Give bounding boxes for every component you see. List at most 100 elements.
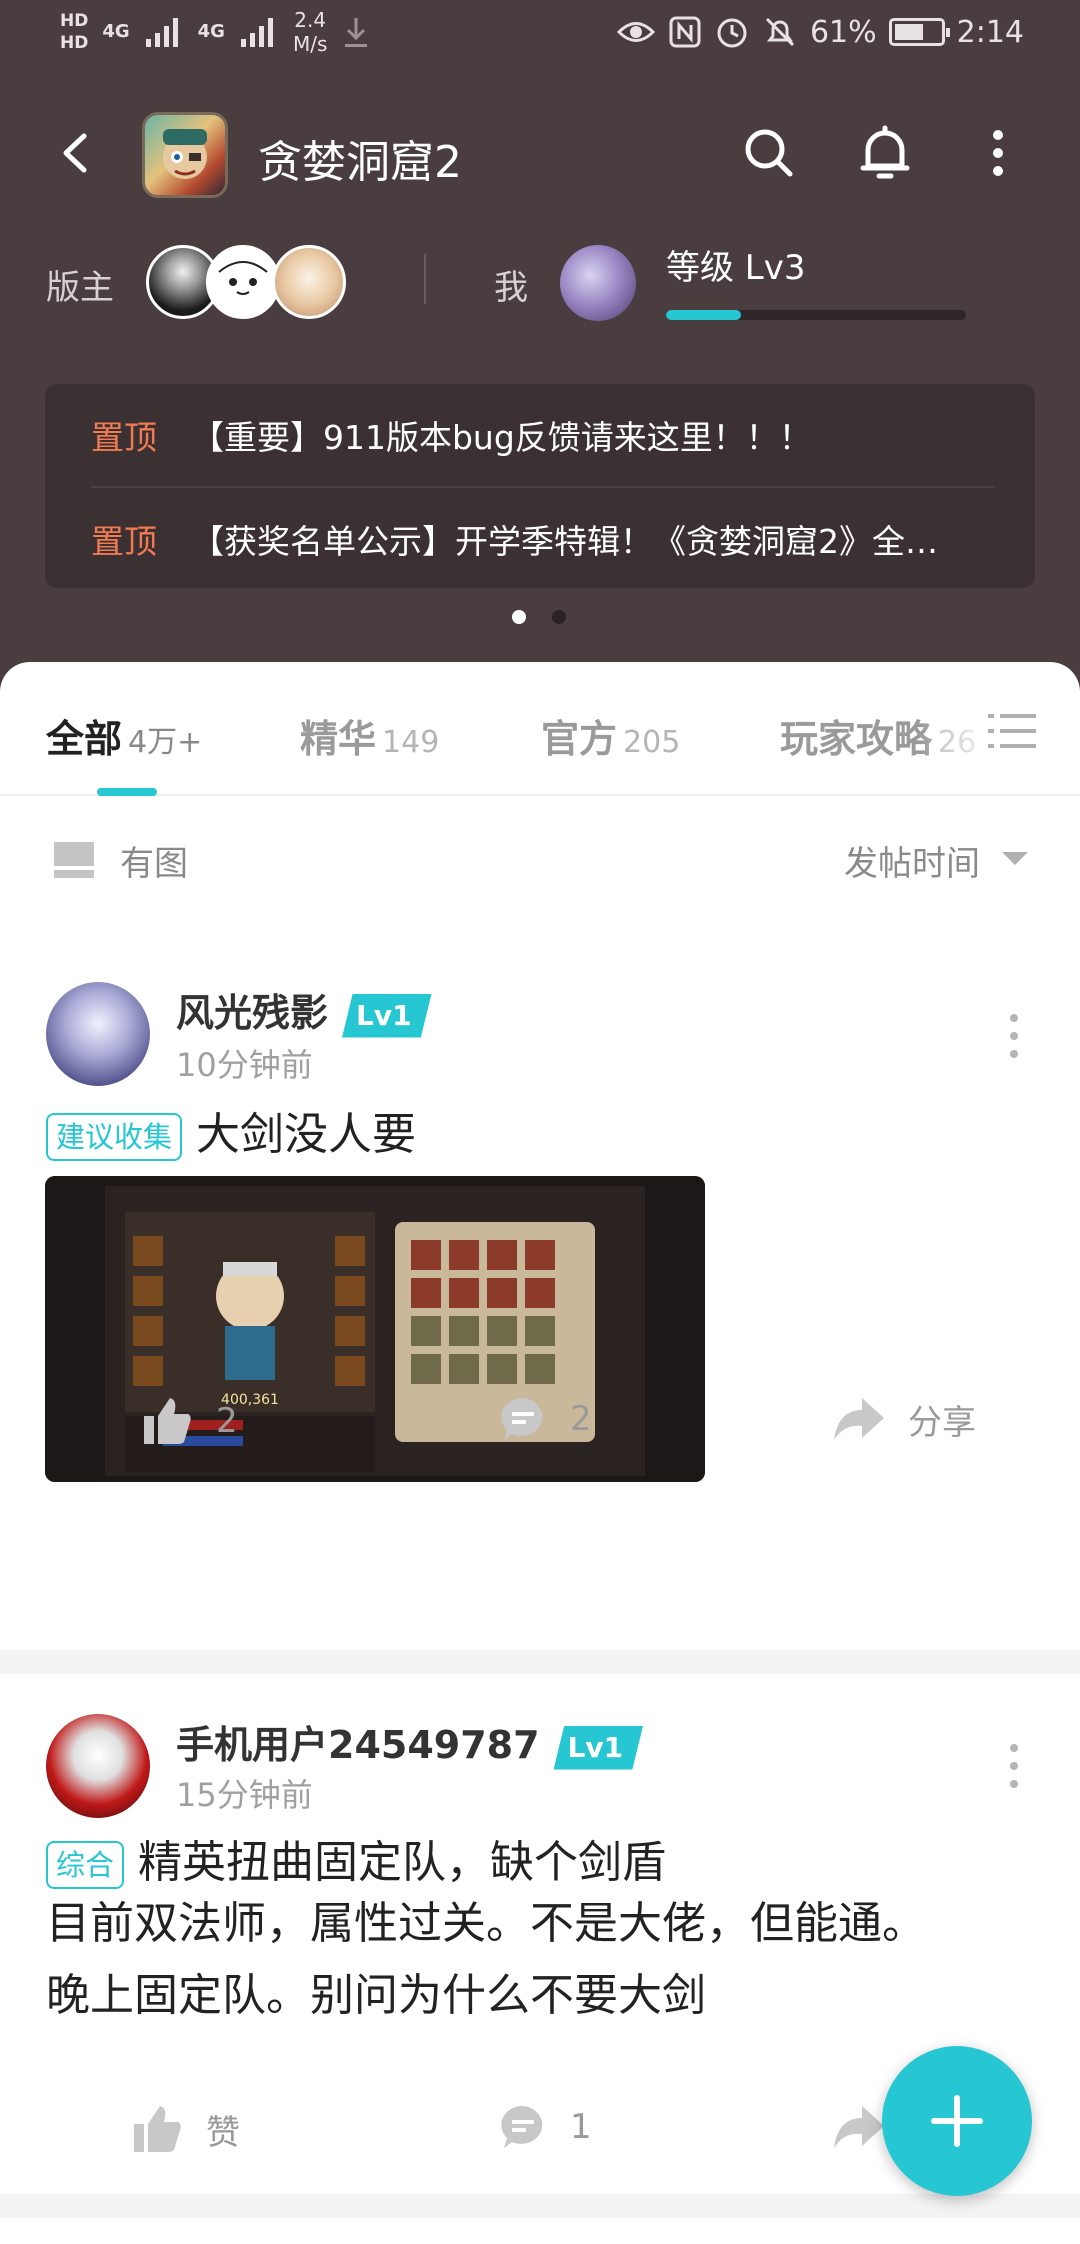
bell-icon[interactable] bbox=[850, 118, 920, 188]
pinned-tag: 置顶 bbox=[91, 522, 157, 561]
author-name[interactable]: 风光残影 Lv1 bbox=[176, 982, 432, 1038]
post-title[interactable]: 综合 精英扭曲固定队，缺个剑盾 bbox=[46, 1826, 666, 1890]
pinned-post-title: 【重要】911版本bug反馈请来这里！！！ bbox=[191, 418, 812, 457]
more-vertical-icon[interactable] bbox=[992, 1006, 1036, 1066]
tab-count: 4万+ bbox=[128, 725, 203, 760]
my-avatar[interactable] bbox=[560, 245, 636, 321]
post-card[interactable]: 风光残影 Lv1 10分钟前 建议收集 大剑没人要 400,361 2 2 分享 bbox=[0, 930, 1080, 1490]
tab-official[interactable]: 官方 205 bbox=[541, 708, 680, 763]
network-type-1: 4G bbox=[102, 21, 130, 42]
pinned-post-2[interactable]: 置顶 【获奖名单公示】开学季特辑！《贪婪洞窟2》全… bbox=[91, 488, 995, 590]
forum-title: 贪婪洞窟2 bbox=[258, 137, 462, 188]
me-label: 我 bbox=[494, 268, 528, 308]
network-speed: 2.4 M/s bbox=[292, 8, 328, 56]
comment-icon bbox=[501, 2105, 543, 2148]
moderator-avatar-3[interactable] bbox=[272, 245, 346, 319]
comment-count: 1 bbox=[570, 2107, 592, 2147]
share-button[interactable]: 分享 bbox=[830, 1394, 976, 1444]
tab-label: 官方 bbox=[541, 717, 618, 761]
moderator-row: 版主 我 等级 Lv3 bbox=[0, 240, 1080, 321]
level-badge: Lv1 bbox=[553, 1725, 644, 1770]
carousel-dot[interactable] bbox=[552, 610, 566, 624]
network-type-2: 4G bbox=[197, 21, 225, 42]
comment-button[interactable]: 2 bbox=[498, 1394, 592, 1444]
tab-count: 205 bbox=[623, 725, 681, 760]
thumb-up-icon bbox=[144, 1398, 191, 1444]
battery-percent: 61% bbox=[809, 14, 877, 50]
post-time: 15分钟前 bbox=[176, 1776, 313, 1814]
sort-dropdown[interactable]: 发帖时间 bbox=[844, 836, 980, 885]
post-time: 10分钟前 bbox=[176, 1046, 313, 1084]
author-avatar[interactable] bbox=[46, 982, 150, 1086]
my-level: 等级 Lv3 bbox=[666, 248, 806, 288]
level-progress-fill bbox=[666, 310, 741, 320]
image-filter-label[interactable]: 有图 bbox=[120, 836, 188, 885]
category-list-icon[interactable] bbox=[986, 706, 1038, 756]
pinned-tag: 置顶 bbox=[91, 418, 157, 457]
pinned-post-1[interactable]: 置顶 【重要】911版本bug反馈请来这里！！！ bbox=[91, 384, 995, 486]
mute-icon bbox=[765, 17, 794, 47]
tab-featured[interactable]: 精华 149 bbox=[300, 708, 439, 763]
post-title-text: 大剑没人要 bbox=[196, 1109, 417, 1160]
comment-count: 2 bbox=[570, 1399, 592, 1439]
post-body-line-2[interactable]: 晚上固定队。别问为什么不要大剑 bbox=[46, 1960, 706, 2032]
comment-icon bbox=[501, 1397, 543, 1440]
post-list-panel: 全部4万+ 精华149 官方205 玩家攻略26 有图 发帖时间 风光残影 Lv1… bbox=[0, 662, 1080, 2244]
forum-header: HD HD 4G 4G 2.4 M/s 61% 2:14 贪婪洞窟2 版主 我 … bbox=[0, 0, 1080, 700]
post-body-line-1[interactable]: 目前双法师，属性过关。不是大佬，但能通。 bbox=[46, 1888, 926, 1960]
level-badge: Lv1 bbox=[342, 993, 432, 1038]
battery-icon bbox=[888, 18, 950, 46]
category-tabs: 全部4万+ 精华149 官方205 玩家攻略26 bbox=[0, 662, 1080, 796]
share-icon bbox=[834, 1398, 884, 1440]
more-vertical-icon[interactable] bbox=[992, 1736, 1036, 1796]
tab-label: 玩家攻略 bbox=[780, 717, 933, 761]
more-vertical-icon[interactable] bbox=[963, 118, 1033, 188]
game-logo[interactable] bbox=[142, 112, 228, 198]
moderator-avatar-2[interactable] bbox=[206, 245, 280, 319]
image-filter-icon[interactable] bbox=[52, 838, 96, 882]
chevron-down-icon[interactable] bbox=[1002, 852, 1028, 865]
author-name-text: 风光残影 bbox=[176, 991, 329, 1035]
author-name-text: 手机用户24549787 bbox=[176, 1723, 540, 1767]
eye-icon bbox=[616, 22, 656, 42]
hd-badge-1: HD bbox=[60, 11, 89, 31]
level-progress-bar bbox=[666, 310, 966, 320]
alarm-icon bbox=[717, 18, 747, 48]
post-tag: 综合 bbox=[46, 1841, 125, 1889]
tab-all[interactable]: 全部 4万+ bbox=[46, 708, 202, 763]
tab-count: 149 bbox=[382, 725, 440, 760]
like-button[interactable]: 赞 bbox=[130, 2102, 240, 2156]
carousel-dots bbox=[512, 610, 566, 624]
post-separator bbox=[0, 2194, 1080, 2218]
thumb-up-icon bbox=[134, 2106, 181, 2152]
filter-row: 有图 发帖时间 bbox=[0, 796, 1080, 930]
tab-label: 精华 bbox=[300, 717, 377, 761]
back-arrow-icon[interactable] bbox=[44, 118, 114, 188]
pinned-post-title: 【获奖名单公示】开学季特辑！《贪婪洞窟2》全… bbox=[191, 522, 938, 561]
post-title[interactable]: 建议收集 大剑没人要 bbox=[46, 1098, 416, 1162]
like-button[interactable]: 2 bbox=[140, 1394, 238, 1448]
tab-label: 全部 bbox=[46, 717, 123, 761]
search-icon[interactable] bbox=[734, 118, 804, 188]
comment-button[interactable]: 1 bbox=[498, 2102, 592, 2152]
header-divider bbox=[424, 254, 426, 304]
nfc-icon bbox=[669, 16, 701, 48]
share-button[interactable] bbox=[830, 2102, 886, 2152]
share-icon bbox=[834, 2106, 884, 2148]
signal-icon-2 bbox=[240, 18, 273, 47]
status-bar: HD HD 4G 4G 2.4 M/s 61% 2:14 bbox=[0, 0, 1080, 72]
plus-icon bbox=[931, 2095, 983, 2147]
new-post-button[interactable] bbox=[882, 2046, 1032, 2196]
carousel-dot-active[interactable] bbox=[512, 610, 526, 624]
download-icon bbox=[345, 18, 368, 47]
author-name[interactable]: 手机用户24549787 Lv1 bbox=[176, 1714, 644, 1770]
signal-icon bbox=[145, 18, 178, 47]
active-tab-indicator bbox=[97, 788, 157, 796]
like-label: 赞 bbox=[206, 2112, 240, 2153]
top-bar: 贪婪洞窟2 bbox=[0, 100, 1080, 210]
post-separator bbox=[0, 1650, 1080, 1674]
post-tag: 建议收集 bbox=[46, 1113, 183, 1161]
hd-badge-2: HD bbox=[60, 33, 89, 53]
clock: 2:14 bbox=[956, 14, 1024, 50]
author-avatar[interactable] bbox=[46, 1714, 150, 1818]
